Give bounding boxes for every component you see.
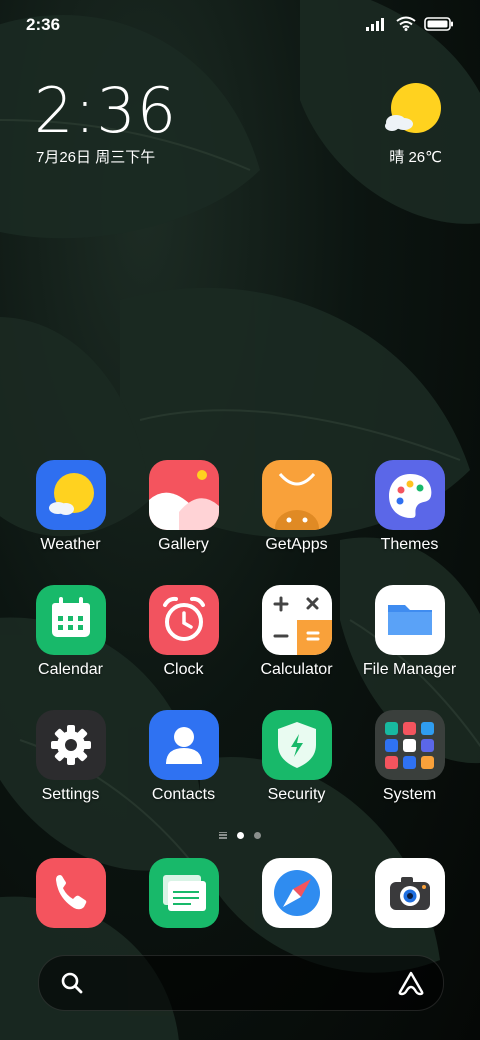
page-dot-active bbox=[237, 831, 244, 839]
assistant-icon[interactable] bbox=[397, 970, 425, 996]
app-weather[interactable]: Weather bbox=[14, 460, 127, 554]
app-label: Settings bbox=[41, 786, 100, 803]
status-time: 2:36 bbox=[26, 15, 61, 34]
app-label: Gallery bbox=[158, 536, 209, 553]
gallery-icon bbox=[148, 460, 219, 530]
page-dot bbox=[254, 831, 261, 839]
app-label: Calculator bbox=[260, 661, 333, 678]
sun-cloud-icon bbox=[385, 83, 441, 133]
app-gallery[interactable]: Gallery bbox=[127, 460, 240, 554]
gear-icon bbox=[35, 710, 106, 780]
clock-widget-time[interactable]: 2:36 bbox=[34, 76, 177, 146]
app-clock[interactable]: Clock bbox=[127, 585, 240, 679]
app-calculator[interactable]: Calculator bbox=[240, 585, 353, 679]
app-label: File Manager bbox=[362, 661, 457, 678]
weather-text: 晴 26℃ bbox=[389, 149, 442, 166]
messages-icon bbox=[148, 858, 219, 928]
search-bar[interactable] bbox=[38, 955, 444, 1011]
calendar-icon bbox=[35, 585, 106, 655]
weather-widget[interactable] bbox=[384, 82, 444, 143]
app-themes[interactable]: Themes bbox=[353, 460, 466, 554]
folder-icon bbox=[374, 585, 445, 655]
search-icon[interactable] bbox=[61, 972, 83, 994]
weather-icon bbox=[35, 460, 106, 530]
phone-icon bbox=[35, 858, 106, 928]
signal-icon bbox=[366, 17, 384, 31]
contacts-icon bbox=[148, 710, 219, 780]
wifi-icon bbox=[396, 16, 416, 31]
compass-icon bbox=[261, 858, 332, 928]
dock-messages[interactable] bbox=[127, 858, 240, 928]
page-indicator[interactable] bbox=[0, 828, 480, 842]
shield-icon bbox=[261, 710, 332, 780]
calculator-icon bbox=[261, 585, 332, 655]
status-bar: 2:36 bbox=[0, 0, 480, 50]
dock-phone[interactable] bbox=[14, 858, 127, 928]
page-list-icon bbox=[219, 831, 227, 839]
themes-icon bbox=[374, 460, 445, 530]
app-label: Clock bbox=[163, 661, 204, 678]
app-label: Themes bbox=[380, 536, 439, 553]
app-contacts[interactable]: Contacts bbox=[127, 710, 240, 804]
app-calendar[interactable]: Calendar bbox=[14, 585, 127, 679]
alarm-clock-icon bbox=[148, 585, 219, 655]
battery-icon bbox=[424, 16, 453, 31]
app-label: GetApps bbox=[265, 536, 328, 553]
dock-camera[interactable] bbox=[353, 858, 466, 928]
app-label: Contacts bbox=[151, 786, 216, 803]
app-settings[interactable]: Settings bbox=[14, 710, 127, 804]
app-label: System bbox=[382, 786, 437, 803]
app-label: Calendar bbox=[38, 661, 103, 678]
folder-grid-icon bbox=[374, 710, 445, 780]
app-system-folder[interactable]: System bbox=[353, 710, 466, 804]
app-label: Security bbox=[267, 786, 326, 803]
app-getapps[interactable]: GetApps bbox=[240, 460, 353, 554]
app-security[interactable]: Security bbox=[240, 710, 353, 804]
app-label: Weather bbox=[40, 536, 101, 553]
dock-browser[interactable] bbox=[240, 858, 353, 928]
clock-widget-date: 7月26日 周三下午 bbox=[36, 149, 156, 166]
app-file-manager[interactable]: File Manager bbox=[353, 585, 466, 679]
getapps-icon bbox=[261, 460, 332, 530]
camera-icon bbox=[374, 858, 445, 928]
